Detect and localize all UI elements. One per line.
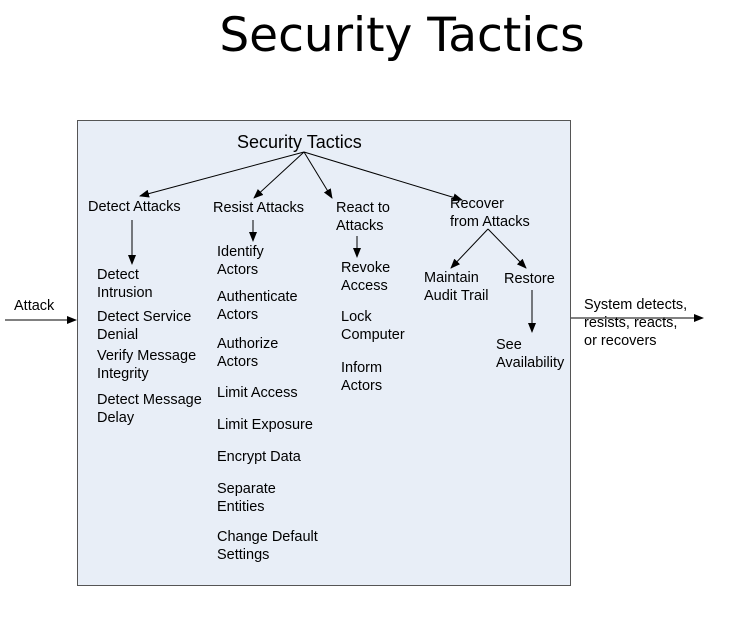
recover-item-maintain: Maintain Audit Trail [424,270,489,304]
detect-item: Detect Intrusion [97,267,153,301]
recover-item-restore: Restore [504,271,555,287]
attack-label: Attack [14,298,55,314]
category-resist: Resist Attacks [213,200,305,216]
resist-item: Change Default Settings [217,529,318,563]
recover-item-see-availability: See Availability [496,337,565,371]
resist-item: Limit Exposure [217,417,313,433]
arrow-root-to-recover [303,151,463,202]
detect-item: Detect Service Denial [97,309,192,343]
resist-item: Identify Actors [217,244,264,278]
react-item: Inform Actors [341,360,383,394]
detect-item: Verify Message Integrity [97,348,197,382]
react-item: Lock Computer [341,309,405,343]
category-detect: Detect Attacks [88,199,181,215]
root-label: Security Tactics [237,132,362,152]
arrow-recover-to-maintain [450,228,489,269]
category-react: React to Attacks [336,200,390,234]
resist-item: Limit Access [217,385,298,401]
category-recover: Recover from Attacks [450,196,530,230]
arrow-recover-to-restore [487,228,527,269]
output-label: System detects, resists, reacts, or reco… [584,297,688,349]
resist-item: Authorize Actors [217,336,279,370]
resist-item: Separate Entities [217,481,276,515]
resist-item: Authenticate Actors [217,289,298,323]
detect-item: Detect Message Delay [97,392,202,426]
react-item: Revoke Access [341,260,391,294]
resist-item: Encrypt Data [217,449,301,465]
